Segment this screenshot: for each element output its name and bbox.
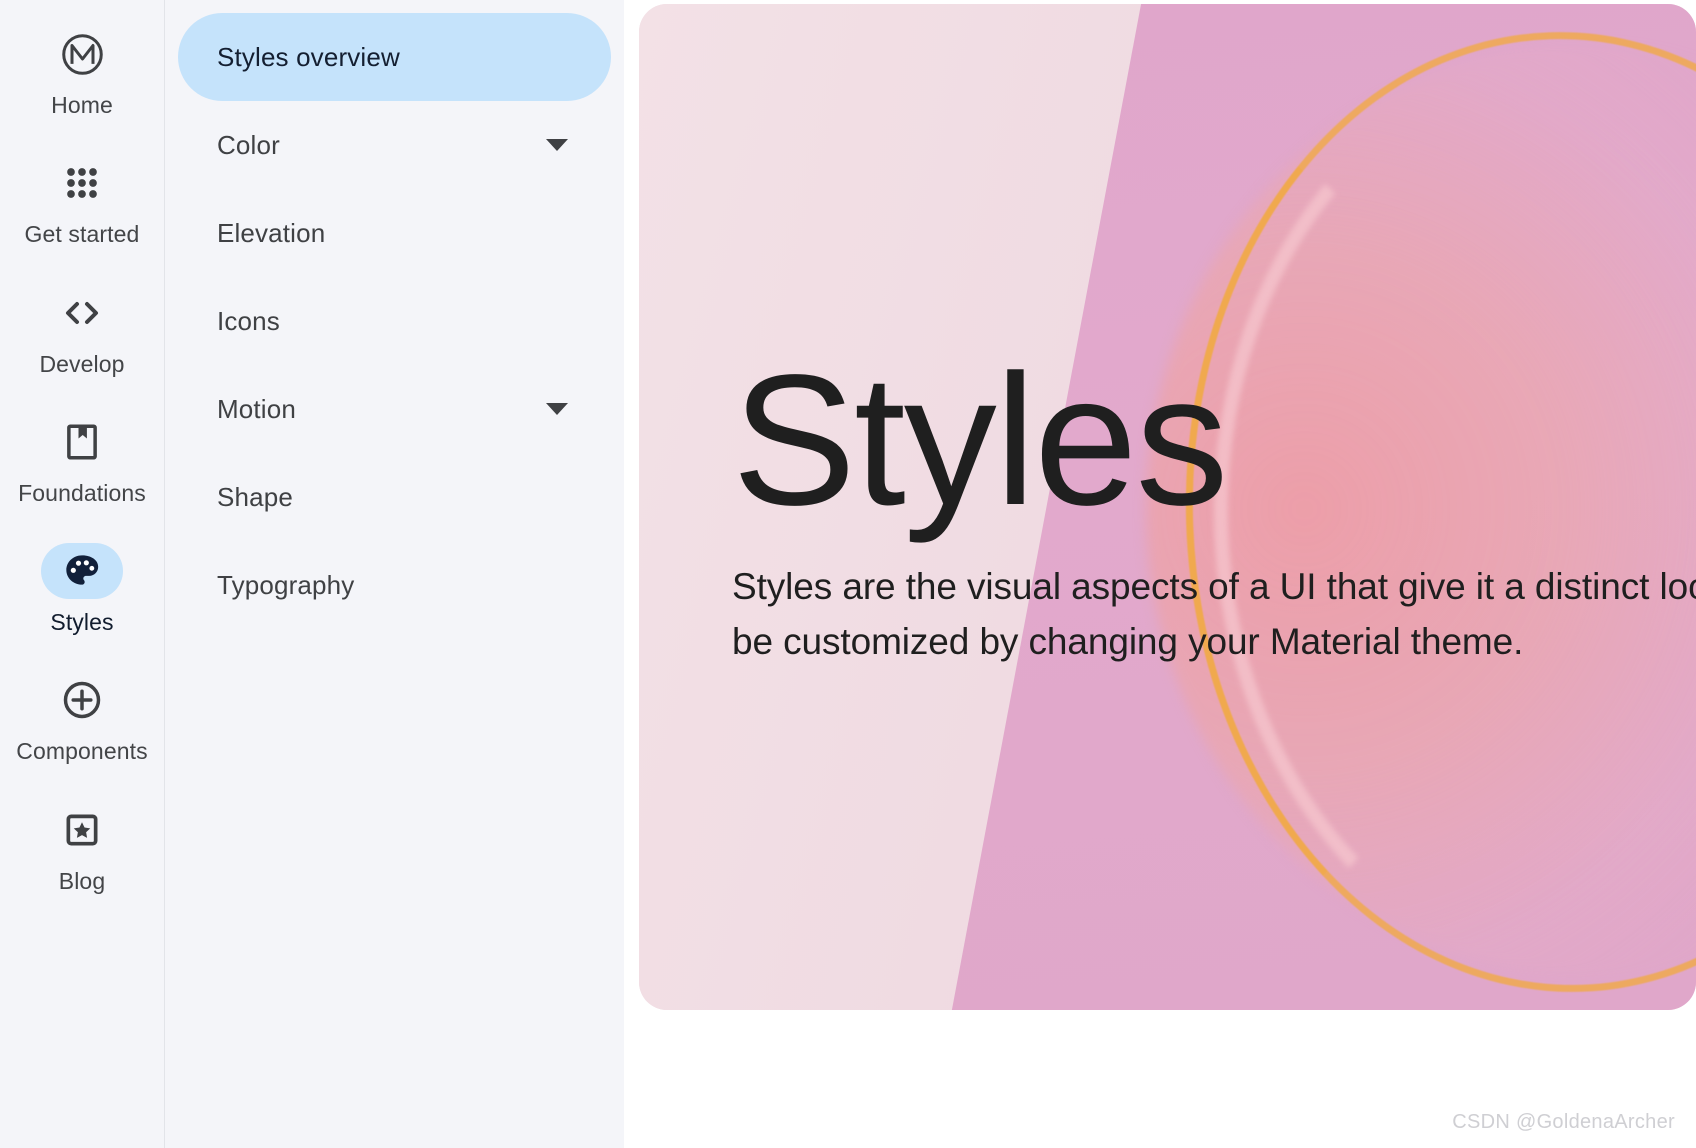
rail-item-label: Foundations [18, 479, 146, 506]
nav-item-color[interactable]: Color [178, 101, 611, 189]
chevron-down-icon[interactable] [546, 403, 568, 415]
bookmark-book-icon [41, 414, 123, 470]
rail-item-get-started[interactable]: Get started [0, 155, 165, 247]
rail-item-label: Blog [58, 867, 106, 894]
secondary-nav-panel: Styles overview Color Elevation Icons Mo… [165, 0, 624, 1148]
watermark-label: CSDN @GoldenaArcher [1452, 1111, 1675, 1133]
palette-icon [41, 543, 123, 600]
rail-item-label: Get started [24, 221, 140, 248]
primary-nav-rail: Home Get started Develop Foundations Sty… [0, 0, 165, 1148]
nav-item-label: Styles overview [217, 41, 400, 72]
page-subtitle: Styles are the visual aspects of a UI th… [732, 565, 1696, 663]
rail-item-components[interactable]: Components [0, 672, 165, 764]
material-m-logo-icon [41, 26, 123, 82]
nav-item-typography[interactable]: Typography [178, 541, 611, 629]
rail-item-label: Home [51, 92, 113, 118]
page-title: Styles [732, 337, 1229, 544]
star-square-icon [41, 802, 123, 858]
nav-item-label: Motion [217, 393, 296, 424]
rail-item-blog[interactable]: Blog [0, 802, 165, 894]
nav-item-label: Color [217, 129, 280, 160]
nav-item-label: Shape [217, 481, 293, 512]
rail-item-styles[interactable]: Styles [0, 543, 165, 635]
rail-item-develop[interactable]: Develop [0, 285, 165, 377]
nav-item-shape[interactable]: Shape [178, 453, 611, 541]
nav-item-elevation[interactable]: Elevation [178, 189, 611, 277]
rail-item-foundations[interactable]: Foundations [0, 414, 165, 506]
rail-item-label: Styles [50, 609, 114, 636]
app-root: Home Get started Develop Foundations Sty… [0, 0, 1696, 1148]
code-brackets-icon [41, 285, 123, 341]
plus-circle-icon [41, 672, 123, 728]
nav-item-styles-overview[interactable]: Styles overview [178, 13, 611, 101]
chevron-down-icon[interactable] [546, 139, 568, 151]
nav-item-icons[interactable]: Icons [178, 277, 611, 365]
main-content: Styles Styles are the visual aspects of … [624, 0, 1696, 1148]
nav-item-motion[interactable]: Motion [178, 365, 611, 453]
rail-item-home[interactable]: Home [0, 26, 165, 118]
nav-item-label: Typography [217, 569, 355, 600]
grid-dots-icon [41, 155, 123, 211]
nav-item-label: Elevation [217, 217, 326, 248]
rail-item-label: Develop [39, 350, 125, 377]
rail-item-label: Components [16, 738, 148, 765]
hero-text-block: Styles Styles are the visual aspects of … [732, 337, 1696, 670]
nav-item-label: Icons [217, 305, 280, 336]
